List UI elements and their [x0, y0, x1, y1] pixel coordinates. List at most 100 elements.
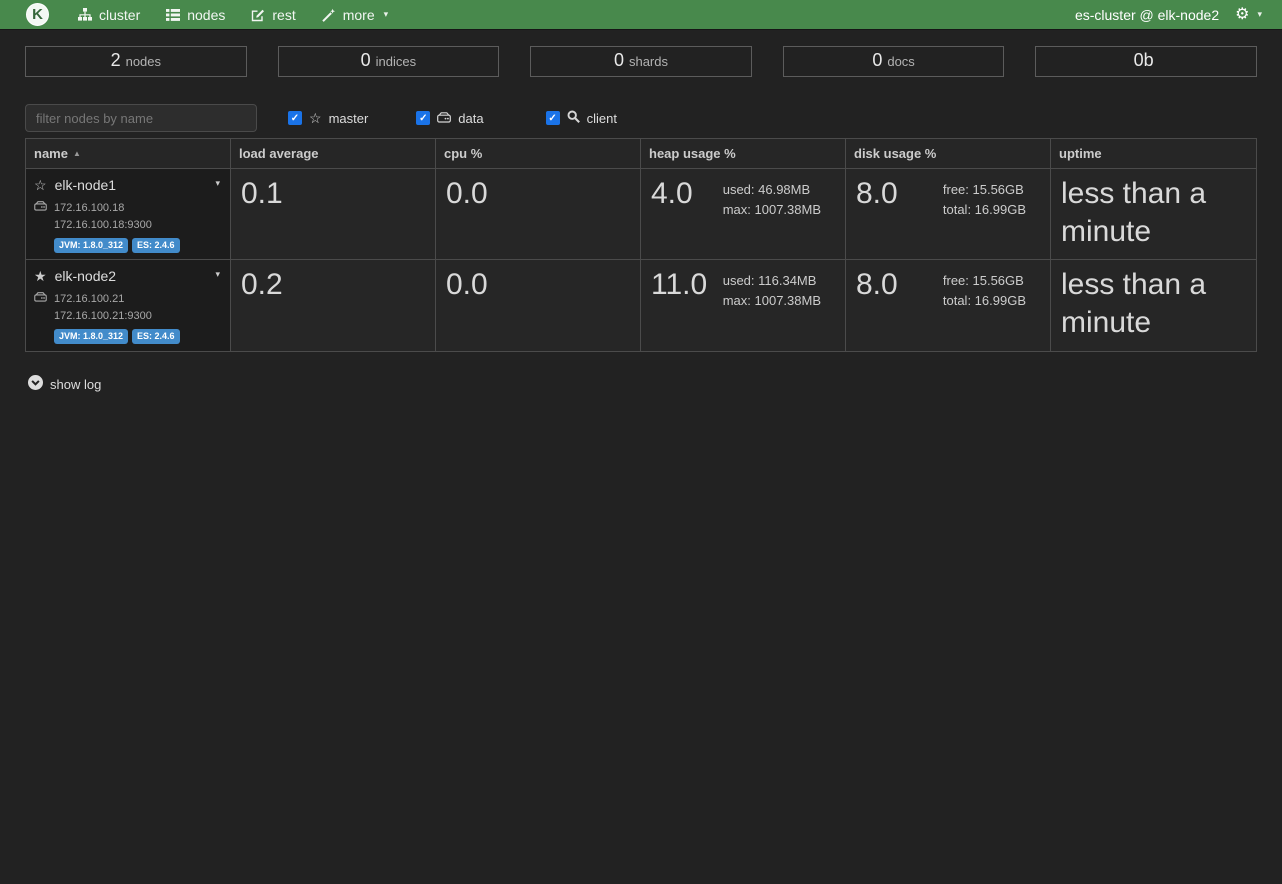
- hdd-icon: [34, 292, 47, 305]
- node-title: ☆ elk-node1: [34, 177, 222, 193]
- nav-item-label: rest: [272, 7, 295, 23]
- node-filter-input[interactable]: [25, 104, 257, 132]
- master-filter-toggle[interactable]: ✓ ☆ master: [288, 111, 368, 126]
- disk-usage-cell: 8.0 free: 15.56GB total: 16.99GB: [846, 260, 1051, 351]
- master-star-icon[interactable]: ☆: [34, 178, 47, 192]
- stat-docs: 0 docs: [783, 46, 1005, 77]
- heap-usage-value: 11.0: [651, 266, 707, 304]
- master-star-icon[interactable]: ★: [34, 269, 47, 283]
- heap-max: max: 1007.38MB: [723, 200, 821, 220]
- nav-item-label: cluster: [99, 7, 140, 23]
- node-badges: JVM: 1.8.0_312 ES: 2.4.6: [54, 329, 222, 344]
- stat-label: indices: [376, 54, 416, 69]
- stat-value: 0b: [1134, 51, 1154, 69]
- check-icon: ✓: [548, 113, 556, 124]
- cluster-stats-row: 2 nodes 0 indices 0 shards 0 docs 0b: [25, 46, 1257, 77]
- heap-usage-cell: 11.0 used: 116.34MB max: 1007.38MB: [641, 260, 846, 351]
- cpu-value: 0.0: [446, 177, 488, 210]
- navbar: K cluster nodes rest more ▾ es-cluster @…: [0, 0, 1282, 30]
- stat-label: docs: [887, 54, 914, 69]
- hdd-icon: [437, 111, 451, 126]
- node-actions-caret-icon[interactable]: ▾: [215, 269, 220, 280]
- node-title: ★ elk-node2: [34, 268, 222, 284]
- filter-row: ✓ ☆ master ✓ data ✓ client: [25, 104, 1257, 132]
- heap-used: used: 46.98MB: [723, 180, 821, 200]
- column-header-label: disk usage %: [854, 146, 936, 161]
- show-log-toggle[interactable]: show log: [28, 375, 101, 393]
- column-header-heap-usage[interactable]: heap usage %: [641, 139, 846, 169]
- client-filter-toggle[interactable]: ✓ client: [546, 110, 617, 126]
- check-icon: ✓: [419, 113, 427, 124]
- data-checkbox[interactable]: ✓: [416, 111, 430, 125]
- nav-item-more[interactable]: more ▾: [309, 0, 401, 30]
- stat-value: 0: [872, 51, 882, 69]
- cpu-value: 0.0: [446, 268, 488, 301]
- stat-indices: 0 indices: [278, 46, 500, 77]
- disk-details: free: 15.56GB total: 16.99GB: [943, 175, 1026, 220]
- node-actions-caret-icon[interactable]: ▾: [215, 178, 220, 189]
- es-version-badge: ES: 2.4.6: [132, 238, 180, 253]
- load-average-value: 0.1: [241, 177, 283, 210]
- column-header-label: name: [34, 146, 68, 161]
- column-header-label: load average: [239, 146, 319, 161]
- heap-used: used: 116.34MB: [723, 271, 821, 291]
- master-checkbox[interactable]: ✓: [288, 111, 302, 125]
- stat-size: 0b: [1035, 46, 1257, 77]
- node-ip: 172.16.100.21: [54, 293, 124, 305]
- node-name-cell: ★ elk-node2 ▾ 172.16.100.21 172.16.100.2…: [26, 260, 231, 351]
- heap-usage-cell: 4.0 used: 46.98MB max: 1007.38MB: [641, 169, 846, 260]
- uptime-cell: less than a minute: [1051, 260, 1256, 351]
- disk-total: total: 16.99GB: [943, 200, 1026, 220]
- hdd-icon: [34, 201, 47, 214]
- jvm-version-badge: JVM: 1.8.0_312: [54, 238, 128, 253]
- column-header-uptime[interactable]: uptime: [1051, 139, 1256, 169]
- heap-details: used: 116.34MB max: 1007.38MB: [723, 266, 821, 311]
- settings-menu[interactable]: ⚙ ▾: [1235, 7, 1262, 23]
- nav-item-nodes[interactable]: nodes: [153, 0, 238, 30]
- sort-ascending-icon: ▲: [73, 149, 81, 158]
- column-header-label: cpu %: [444, 146, 482, 161]
- client-checkbox[interactable]: ✓: [546, 111, 560, 125]
- disk-free: free: 15.56GB: [943, 180, 1026, 200]
- stat-value: 0: [361, 51, 371, 69]
- node-ip-line: 172.16.100.21: [34, 292, 222, 305]
- node-name: elk-node2: [55, 268, 117, 284]
- show-log-label: show log: [50, 377, 101, 392]
- column-header-disk-usage[interactable]: disk usage %: [846, 139, 1051, 169]
- nav-item-cluster[interactable]: cluster: [65, 0, 153, 30]
- disk-usage-value: 8.0: [856, 175, 898, 213]
- load-average-cell: 0.1: [231, 169, 436, 260]
- gear-icon: ⚙: [1235, 7, 1249, 23]
- node-transport-address: 172.16.100.18:9300: [54, 219, 222, 231]
- table-header-row: name ▲ load average cpu % heap usage % d…: [26, 139, 1256, 169]
- disk-details: free: 15.56GB total: 16.99GB: [943, 266, 1026, 311]
- column-header-cpu[interactable]: cpu %: [436, 139, 641, 169]
- nav-item-label: more: [343, 7, 375, 23]
- navbar-right: es-cluster @ elk-node2 ⚙ ▾: [1075, 7, 1262, 23]
- data-filter-toggle[interactable]: ✓ data: [416, 111, 483, 126]
- cluster-connection-label: es-cluster @ elk-node2: [1075, 7, 1219, 23]
- column-header-load-average[interactable]: load average: [231, 139, 436, 169]
- uptime-value: less than a minute: [1061, 177, 1206, 248]
- chevron-down-icon: ▾: [384, 9, 389, 20]
- column-header-label: heap usage %: [649, 146, 736, 161]
- nav-item-rest[interactable]: rest: [238, 0, 308, 30]
- node-row-elk-node1: ☆ elk-node1 ▾ 172.16.100.18 172.16.100.1…: [26, 169, 1256, 260]
- server-list-icon: [166, 9, 180, 21]
- heap-usage-value: 4.0: [651, 175, 693, 213]
- sitemap-icon: [78, 8, 92, 21]
- column-header-name[interactable]: name ▲: [26, 139, 231, 169]
- disk-usage-value: 8.0: [856, 266, 898, 304]
- nodes-table: name ▲ load average cpu % heap usage % d…: [25, 138, 1257, 352]
- kopf-logo[interactable]: K: [26, 3, 49, 26]
- es-version-badge: ES: 2.4.6: [132, 329, 180, 344]
- load-average-cell: 0.2: [231, 260, 436, 351]
- cpu-cell: 0.0: [436, 260, 641, 351]
- stat-nodes: 2 nodes: [25, 46, 247, 77]
- disk-total: total: 16.99GB: [943, 291, 1026, 311]
- heap-max: max: 1007.38MB: [723, 291, 821, 311]
- master-filter-label: master: [329, 111, 369, 126]
- jvm-version-badge: JVM: 1.8.0_312: [54, 329, 128, 344]
- edit-icon: [251, 8, 265, 22]
- node-ip-line: 172.16.100.18: [34, 201, 222, 214]
